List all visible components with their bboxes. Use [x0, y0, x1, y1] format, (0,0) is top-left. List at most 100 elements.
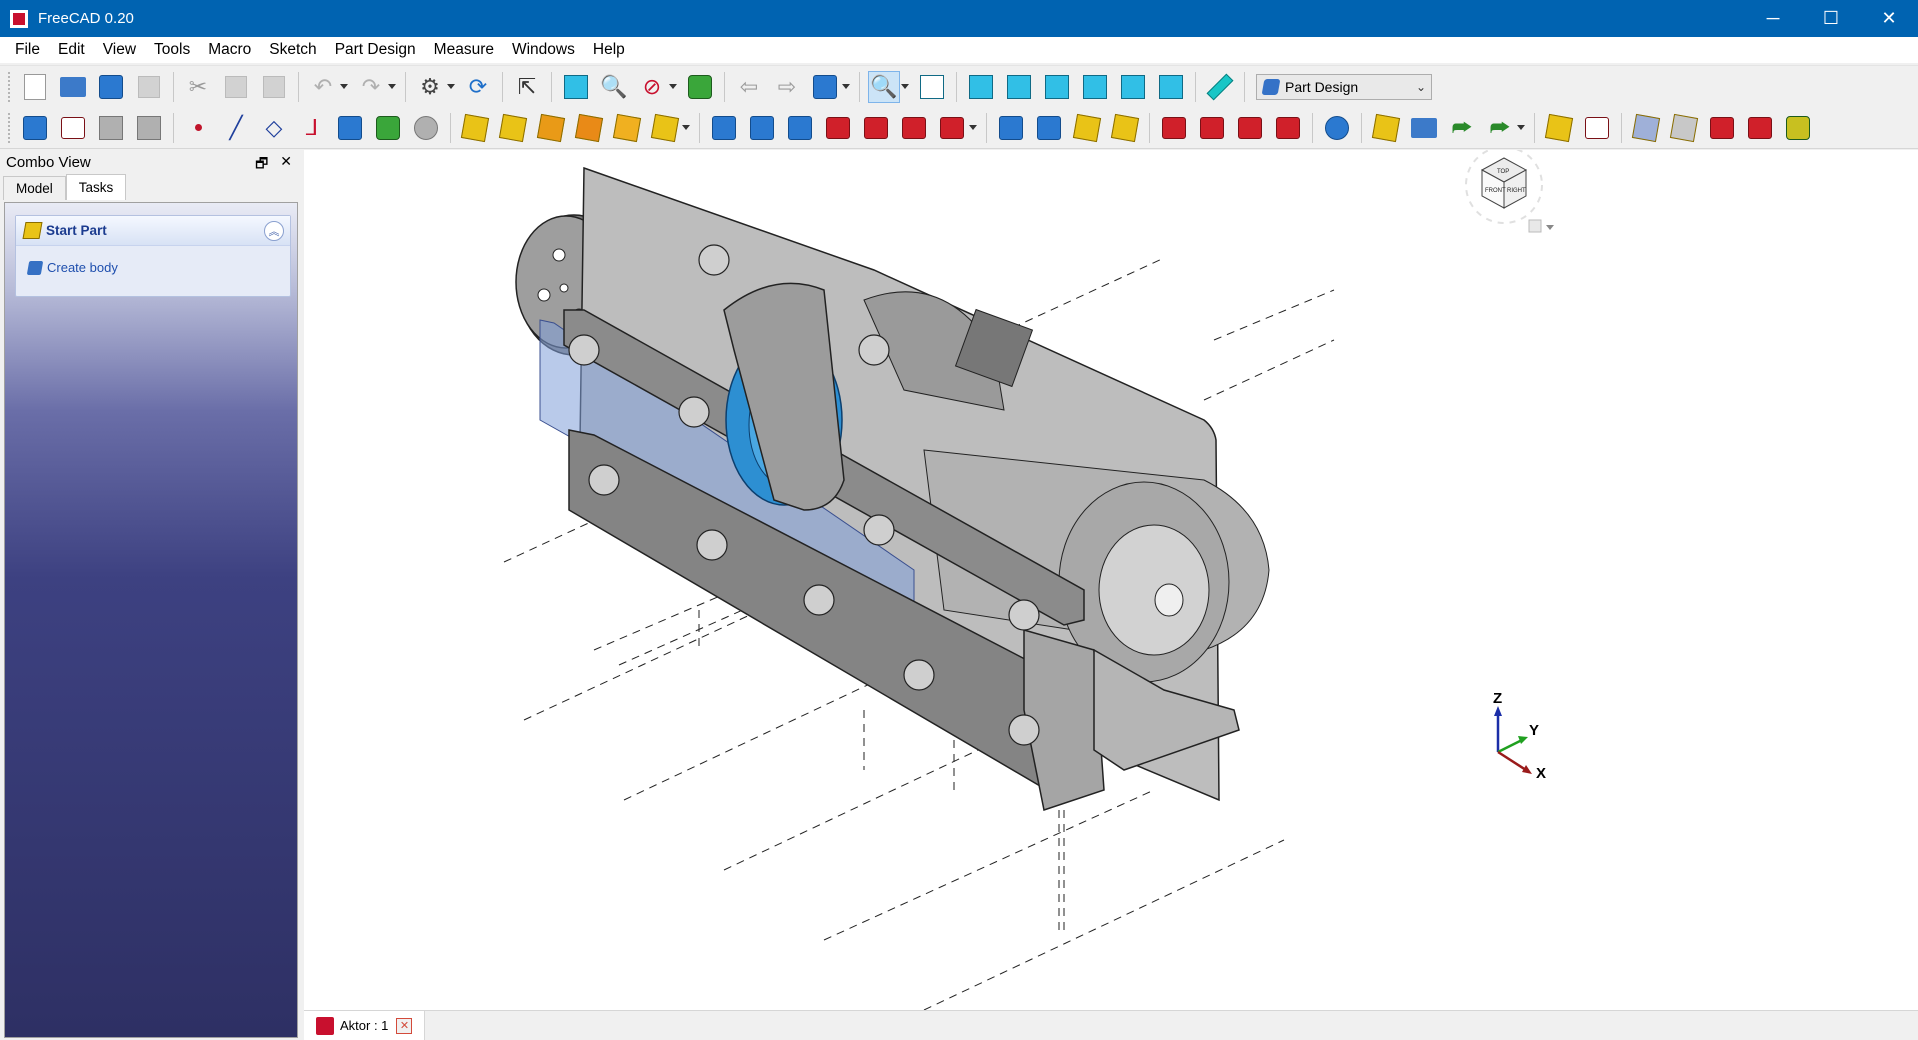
measure-clear-button[interactable] [1668, 112, 1700, 144]
tab-tasks[interactable]: Tasks [65, 174, 127, 200]
save-button[interactable] [95, 71, 127, 103]
float-icon[interactable]: 🗗 [255, 153, 268, 177]
hole-button[interactable] [746, 112, 778, 144]
bounding-box-button[interactable] [684, 71, 716, 103]
taskbox-header[interactable]: Start Part ︽ [16, 216, 290, 246]
chamfer-button[interactable] [1196, 112, 1228, 144]
menu-sketch[interactable]: Sketch [260, 37, 325, 63]
fit-selection-button[interactable]: 🔍 [598, 71, 630, 103]
draw-style-dropdown-arrow[interactable] [669, 84, 677, 89]
cut-button[interactable]: ✂ [182, 71, 214, 103]
copy-button[interactable] [220, 71, 252, 103]
3d-model-render[interactable]: TOP FRONT RIGHT Z Y X [304, 150, 1918, 1010]
menu-macro[interactable]: Macro [199, 37, 260, 63]
close-button[interactable]: ✕ [1860, 0, 1918, 37]
menu-windows[interactable]: Windows [503, 37, 584, 63]
primitive-dropdown-arrow[interactable] [682, 125, 690, 130]
3d-view[interactable]: TOP FRONT RIGHT Z Y X [304, 150, 1918, 1010]
workbench-selector[interactable]: Part Design ⌄ [1256, 73, 1432, 100]
paste-button[interactable] [258, 71, 290, 103]
mirrored-button[interactable] [995, 112, 1027, 144]
subtractive-primitive-button[interactable] [936, 112, 968, 144]
fit-all-button[interactable] [560, 71, 592, 103]
multi-transform-button[interactable] [1109, 112, 1141, 144]
link-actions-dropdown-arrow[interactable] [1517, 125, 1525, 130]
macro-dropdown-arrow[interactable] [447, 84, 455, 89]
link-actions-button[interactable]: ⮫ [1484, 112, 1516, 144]
revolution-button[interactable] [497, 112, 529, 144]
rear-view-button[interactable] [1079, 71, 1111, 103]
menu-file[interactable]: File [6, 37, 49, 63]
whats-this-button[interactable]: ⇱ [511, 71, 543, 103]
shape-binder-button[interactable] [133, 112, 165, 144]
bottom-view-button[interactable] [1117, 71, 1149, 103]
additive-loft-button[interactable] [535, 112, 567, 144]
draft-button[interactable] [1234, 112, 1266, 144]
redo-dropdown-arrow[interactable] [388, 84, 396, 89]
minimize-button[interactable]: ─ [1744, 0, 1802, 37]
additive-pipe-button[interactable] [573, 112, 605, 144]
create-part-button[interactable] [1370, 112, 1402, 144]
open-button[interactable] [57, 71, 89, 103]
polar-pattern-button[interactable] [1071, 112, 1103, 144]
navigation-cube[interactable]: TOP FRONT RIGHT [1465, 150, 1554, 233]
menu-view[interactable]: View [94, 37, 145, 63]
additive-primitive-button[interactable] [649, 112, 681, 144]
measure-toggle-delta-button[interactable] [1782, 112, 1814, 144]
close-document-icon[interactable]: ✕ [396, 1017, 413, 1034]
collapse-icon[interactable]: ︽ [264, 220, 284, 241]
forward-button[interactable]: ⇨ [771, 71, 803, 103]
link-button[interactable] [809, 71, 841, 103]
subtractive-helix-button[interactable] [898, 112, 930, 144]
redo-button[interactable]: ↷ [355, 71, 387, 103]
undo-button[interactable]: ↶ [307, 71, 339, 103]
menu-help[interactable]: Help [584, 37, 634, 63]
menu-part-design[interactable]: Part Design [326, 37, 425, 63]
clone-button[interactable] [410, 112, 442, 144]
measure-angular-button[interactable] [1581, 112, 1613, 144]
toolbar-grip[interactable] [8, 112, 12, 143]
make-link-button[interactable]: ⮫ [1446, 112, 1478, 144]
subtractive-loft-button[interactable] [822, 112, 854, 144]
refresh-button[interactable]: ⚙ [414, 71, 446, 103]
measure-distance-button[interactable] [1204, 71, 1236, 103]
create-body-button[interactable] [19, 112, 51, 144]
linear-pattern-button[interactable] [1033, 112, 1065, 144]
close-icon[interactable]: ✕ [280, 153, 292, 177]
document-tab[interactable]: Aktor : 1 ✕ [304, 1010, 426, 1040]
create-group-button[interactable] [1408, 112, 1440, 144]
top-view-button[interactable] [1003, 71, 1035, 103]
fillet-button[interactable] [1158, 112, 1190, 144]
datum-plane-button[interactable]: ◇ [258, 112, 290, 144]
measure-toggle-all-button[interactable] [1706, 112, 1738, 144]
menu-edit[interactable]: Edit [49, 37, 94, 63]
right-view-button[interactable] [1041, 71, 1073, 103]
tab-model[interactable]: Model [3, 176, 66, 200]
link-dropdown-arrow[interactable] [842, 84, 850, 89]
print-button[interactable] [133, 71, 165, 103]
additive-helix-button[interactable] [611, 112, 643, 144]
std-views-dropdown-arrow[interactable] [901, 84, 909, 89]
toolbar-grip[interactable] [8, 71, 12, 102]
datum-point-button[interactable] [182, 112, 214, 144]
create-body-link[interactable]: Create body [16, 246, 290, 275]
std-views-button[interactable]: 🔍 [868, 70, 900, 103]
thickness-button[interactable] [1272, 112, 1304, 144]
undo-dropdown-arrow[interactable] [340, 84, 348, 89]
subshape-binder-button[interactable] [372, 112, 404, 144]
menu-tools[interactable]: Tools [145, 37, 199, 63]
back-button[interactable]: ⇦ [733, 71, 765, 103]
isometric-view-button[interactable] [916, 71, 948, 103]
validate-sketch-button[interactable] [95, 112, 127, 144]
subtractive-dropdown-arrow[interactable] [969, 125, 977, 130]
front-view-button[interactable] [965, 71, 997, 103]
create-sketch-button[interactable] [57, 112, 89, 144]
datum-line-button[interactable]: ╱ [220, 112, 252, 144]
measure-refresh-button[interactable] [1630, 112, 1662, 144]
maximize-button[interactable]: ☐ [1802, 0, 1860, 37]
subtractive-pipe-button[interactable] [860, 112, 892, 144]
recompute-button[interactable]: ⟳ [462, 71, 494, 103]
boolean-button[interactable] [1321, 112, 1353, 144]
new-document-button[interactable] [19, 71, 51, 103]
groove-button[interactable] [784, 112, 816, 144]
